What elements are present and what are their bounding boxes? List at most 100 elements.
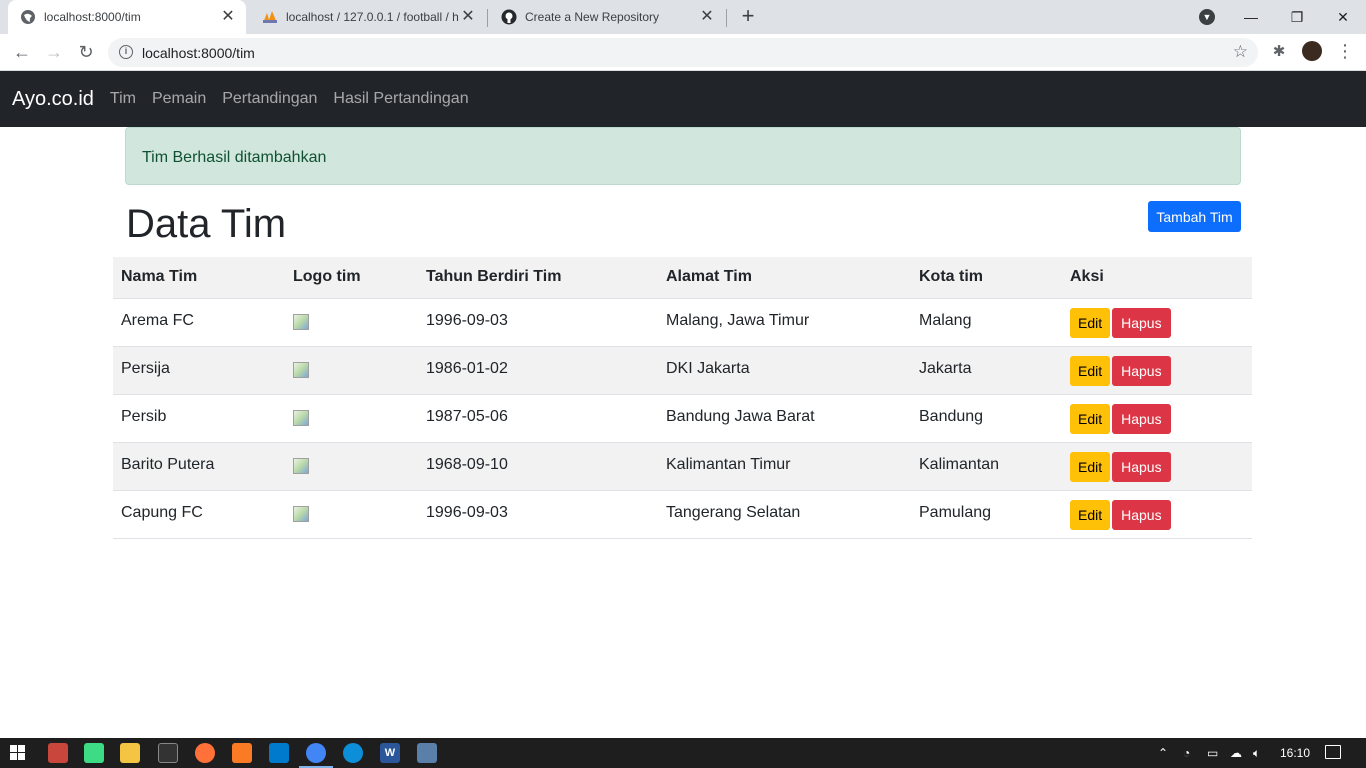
delete-button[interactable]: Hapus xyxy=(1112,451,1171,482)
address-bar[interactable]: i localhost:8000/tim ☆ xyxy=(108,38,1258,67)
avatar[interactable] xyxy=(1302,41,1322,61)
vscode-icon[interactable] xyxy=(269,743,289,763)
browser-tab[interactable]: localhost / 127.0.0.1 / football / h ✕ xyxy=(250,0,486,34)
paint-icon[interactable] xyxy=(417,743,437,763)
edge-icon[interactable] xyxy=(343,743,363,763)
column-header: Aksi xyxy=(1062,257,1252,299)
app-navbar: Ayo.co.id Tim Pemain Pertandingan Hasil … xyxy=(0,71,1366,127)
windows-taskbar: W ⌃ ◔ ▭ ☁ 🔈︎ 16:10 xyxy=(0,738,1366,768)
restore-icon[interactable]: ❐ xyxy=(1274,9,1320,26)
team-address: Bandung Jawa Barat xyxy=(666,407,815,425)
close-tab-icon[interactable]: ✕ xyxy=(220,9,236,25)
firefox-icon[interactable] xyxy=(195,743,215,763)
windows-start-icon[interactable] xyxy=(10,745,26,761)
tab-separator xyxy=(726,9,727,27)
table-row: Persib 1987-05-06 Bandung Jawa Barat Ban… xyxy=(113,394,1252,442)
wifi-icon[interactable]: ◔ xyxy=(1183,746,1190,760)
app-icon[interactable] xyxy=(48,743,68,763)
globe-icon xyxy=(20,9,36,25)
delete-button[interactable]: Hapus xyxy=(1112,307,1171,338)
nav-link-pertandingan[interactable]: Pertandingan xyxy=(222,90,317,108)
team-name: Persib xyxy=(121,407,167,425)
close-window-icon[interactable]: ✕ xyxy=(1320,9,1366,26)
edit-button[interactable]: Edit xyxy=(1070,451,1111,482)
bookmark-star-icon[interactable]: ☆ xyxy=(1233,42,1248,62)
close-tab-icon[interactable]: ✕ xyxy=(699,9,715,25)
tab-title: Create a New Repository xyxy=(525,10,660,24)
nav-link-tim[interactable]: Tim xyxy=(110,90,136,108)
delete-button[interactable]: Hapus xyxy=(1112,355,1171,386)
team-name: Capung FC xyxy=(121,503,203,521)
edit-button[interactable]: Edit xyxy=(1070,403,1111,434)
team-name: Persija xyxy=(121,359,170,377)
team-name: Arema FC xyxy=(121,311,194,329)
word-icon[interactable]: W xyxy=(380,743,400,763)
edit-button[interactable]: Edit xyxy=(1070,499,1111,530)
xampp-icon[interactable] xyxy=(232,743,252,763)
notification-icon[interactable] xyxy=(1325,745,1341,759)
brand-logo[interactable]: Ayo.co.id xyxy=(12,88,94,111)
file-explorer-icon[interactable] xyxy=(120,743,140,763)
android-studio-icon[interactable] xyxy=(84,743,104,763)
team-address: Malang, Jawa Timur xyxy=(666,311,810,329)
team-city: Bandung xyxy=(919,407,984,425)
menu-icon[interactable]: ⋮ xyxy=(1336,41,1354,61)
table-row: Capung FC 1996-09-03 Tangerang Selatan P… xyxy=(113,490,1252,538)
delete-button[interactable]: Hapus xyxy=(1112,499,1171,530)
broken-image-icon xyxy=(293,361,309,378)
browser-tab[interactable]: Create a New Repository ✕ xyxy=(489,0,725,34)
team-founded: 1986-01-02 xyxy=(426,359,508,377)
actions-cell: Edit Hapus xyxy=(1062,346,1252,394)
table-row: Persija 1986-01-02 DKI Jakarta Jakarta E… xyxy=(113,346,1252,394)
delete-button[interactable]: Hapus xyxy=(1112,403,1171,434)
actions-cell: Edit Hapus xyxy=(1062,394,1252,442)
team-founded: 1968-09-10 xyxy=(426,455,508,473)
minimize-icon[interactable]: — xyxy=(1228,9,1274,25)
url-text: localhost:8000/tim xyxy=(142,45,255,61)
add-team-button[interactable]: Tambah Tim xyxy=(1148,201,1241,232)
team-address: Kalimantan Timur xyxy=(666,455,791,473)
tab-title: localhost:8000/tim xyxy=(44,10,141,24)
broken-image-icon xyxy=(293,505,309,522)
logo-cell xyxy=(285,442,418,490)
broken-image-icon xyxy=(293,409,309,426)
window-controls: — ❐ ✕ xyxy=(1228,0,1366,34)
back-icon[interactable]: ← xyxy=(10,40,34,64)
team-address: DKI Jakarta xyxy=(666,359,750,377)
onedrive-icon[interactable]: ☁ xyxy=(1230,746,1242,760)
team-city: Malang xyxy=(919,311,972,329)
column-header: Logo tim xyxy=(285,257,418,299)
terminal-icon[interactable] xyxy=(158,743,178,763)
team-city: Pamulang xyxy=(919,503,992,521)
logo-cell xyxy=(285,298,418,346)
forward-icon[interactable]: → xyxy=(42,40,66,64)
tab-search-icon[interactable]: ▼ xyxy=(1199,9,1215,25)
broken-image-icon xyxy=(293,313,309,330)
info-icon[interactable]: i xyxy=(119,45,133,59)
nav-link-pemain[interactable]: Pemain xyxy=(152,90,206,108)
team-address: Tangerang Selatan xyxy=(666,503,801,521)
reload-icon[interactable]: ↻ xyxy=(74,40,98,64)
chevron-up-icon[interactable]: ⌃ xyxy=(1158,746,1168,760)
clock[interactable]: 16:10 xyxy=(1280,746,1310,760)
tab-separator xyxy=(487,9,488,27)
battery-icon[interactable]: ▭ xyxy=(1207,746,1218,760)
logo-cell xyxy=(285,490,418,538)
extensions-icon[interactable]: ✱ xyxy=(1270,42,1288,60)
new-tab-icon[interactable]: + xyxy=(738,5,758,27)
nav-link-hasil-pertandingan[interactable]: Hasil Pertandingan xyxy=(333,90,468,108)
tab-title: localhost / 127.0.0.1 / football / h xyxy=(286,10,459,24)
edit-button[interactable]: Edit xyxy=(1070,355,1111,386)
actions-cell: Edit Hapus xyxy=(1062,298,1252,346)
volume-icon[interactable]: 🔈︎ xyxy=(1253,746,1260,761)
team-city: Kalimantan xyxy=(919,455,1000,473)
team-founded: 1996-09-03 xyxy=(426,503,508,521)
success-alert: Tim Berhasil ditambahkan xyxy=(125,127,1241,185)
browser-tab-active[interactable]: localhost:8000/tim ✕ xyxy=(8,0,246,34)
team-founded: 1987-05-06 xyxy=(426,407,508,425)
edit-button[interactable]: Edit xyxy=(1070,307,1111,338)
close-tab-icon[interactable]: ✕ xyxy=(460,9,476,25)
chrome-icon[interactable] xyxy=(306,743,326,763)
page-title: Data Tim xyxy=(126,202,287,246)
alert-message: Tim Berhasil ditambahkan xyxy=(142,149,327,166)
